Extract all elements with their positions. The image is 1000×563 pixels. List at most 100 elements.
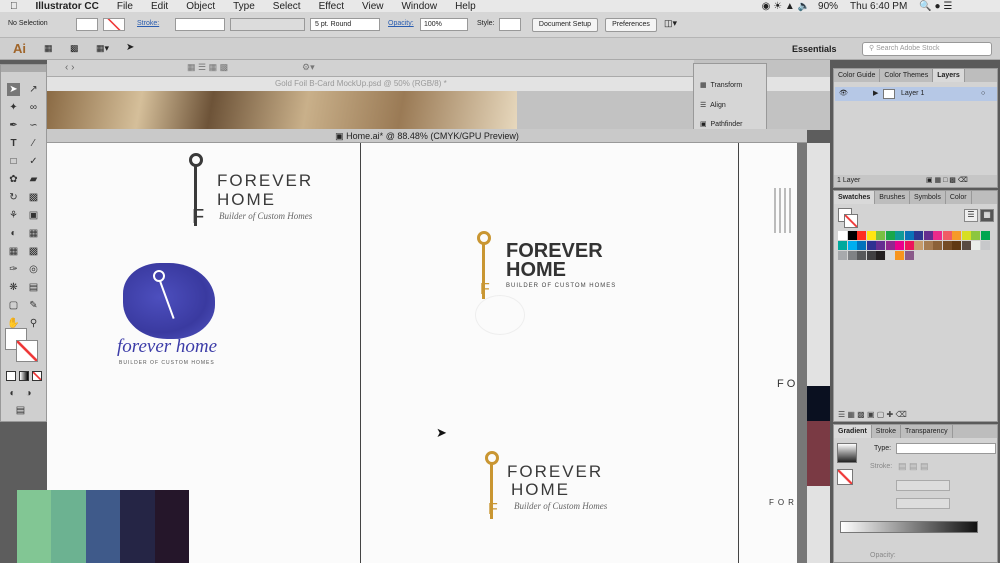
stroke-color-icon[interactable] [16,340,38,362]
logo-forever-home-gold[interactable]: F FOREVER HOME Builder of Custom Homes [481,451,651,526]
logo-forever-home-gold-bold[interactable]: F FOREVER HOME BUILDER OF CUSTOM HOMES [473,231,653,303]
tab-swatches[interactable]: Swatches [834,191,876,204]
stroke-gradient-icons[interactable]: ▤ ▤ ▤ [898,461,929,472]
free-transform-icon[interactable]: ▣ [27,209,40,222]
stroke-weight-field[interactable] [175,18,225,31]
swatch[interactable] [885,251,895,260]
swatch[interactable] [961,241,971,250]
shaper-icon[interactable]: ✿ [7,173,20,186]
eraser-icon[interactable]: ▰ [27,173,40,186]
draw-behind-icon[interactable]: ◑ [22,387,35,400]
type-tool-icon[interactable]: T [7,137,20,150]
none-mode-icon[interactable] [32,371,42,381]
palette-swatch[interactable] [85,490,121,563]
swatch[interactable] [857,231,866,240]
pen-tool-icon[interactable]: ✒ [7,119,20,132]
color-palette[interactable] [17,490,190,563]
apple-icon[interactable]:  [10,1,18,12]
lasso-icon[interactable]: ∞ [27,101,40,114]
zoom-tool-icon[interactable]: ⚲ [27,317,40,330]
settings-gear-icon[interactable]: ⚙▾ [302,62,315,73]
paintbrush-icon[interactable]: ✓ [27,155,40,168]
pathfinder-panel-item[interactable]: ▣ Pathfinder [700,120,742,128]
vertical-scrollbar[interactable] [797,143,807,563]
adobe-stock-search[interactable]: ⚲ Search Adobe Stock [862,42,992,56]
swatch[interactable] [980,231,990,240]
grid-view-icon[interactable]: ▦ [980,209,994,222]
arrange-icon[interactable]: ◫▾ [664,18,677,29]
rotate-icon[interactable]: ↻ [7,191,20,204]
tab-brushes[interactable]: Brushes [875,191,910,204]
tab-color-guide[interactable]: Color Guide [834,69,881,82]
stock-icon[interactable]: ▩ [70,43,79,54]
swatch[interactable] [942,231,952,240]
warp-icon[interactable]: ⚘ [7,209,20,222]
tab-symbols[interactable]: Symbols [910,191,946,204]
gpu-rocket-icon[interactable]: ➤ [126,42,134,53]
swatch[interactable] [914,241,923,250]
graph-tool-icon[interactable]: ▤ [27,281,40,294]
swatch[interactable] [885,241,895,250]
swatch[interactable] [838,251,847,260]
swatch[interactable] [904,251,914,260]
curvature-icon[interactable]: ∽ [27,119,40,132]
variable-width-select[interactable] [230,18,305,31]
opacity-label[interactable]: Opacity: [388,20,414,27]
direct-selection-icon[interactable]: ↗ [27,83,40,96]
eyedropper-icon[interactable]: ✑ [7,263,20,276]
swatch[interactable] [857,241,866,250]
document-tab[interactable]: ▣ Home.ai* @ 88.48% (CMYK/GPU Preview) [47,129,807,143]
status-icons[interactable]: ◉ ☀ ▲ 🔈 [762,1,810,12]
logo-forever-home-watercolor[interactable]: forever home BUILDER OF CUSTOM HOMES [115,258,235,368]
brush-select[interactable]: 5 pt. Round [310,18,380,31]
swatch-stroke-preview[interactable] [844,214,858,228]
tab-color-themes[interactable]: Color Themes [880,69,934,82]
swatch[interactable] [923,241,933,250]
menu-app[interactable]: Illustrator CC [36,1,99,12]
screen-mode-icon[interactable]: ▤ [14,404,27,417]
swatch[interactable] [847,241,857,250]
align-panel-item[interactable]: ☰ Align [700,101,726,109]
menu-view[interactable]: View [362,1,384,12]
swatch[interactable] [885,231,895,240]
color-mode-icon[interactable] [6,371,16,381]
menu-file[interactable]: File [117,1,133,12]
transform-panel-item[interactable]: ▦ Transform [700,81,742,89]
tab-layers[interactable]: Layers [933,69,965,82]
swatch[interactable] [838,241,847,250]
swatch[interactable] [866,251,876,260]
swatch-grid[interactable] [838,231,993,291]
palette-swatch[interactable] [154,490,190,563]
swatch[interactable] [847,251,857,260]
stroke-label[interactable]: Stroke: [137,20,159,27]
gradient-tool-icon[interactable]: ▩ [27,245,40,258]
gradient-mode-icon[interactable] [19,371,29,381]
scale-icon[interactable]: ▩ [27,191,40,204]
target-circle-icon[interactable]: ○ [981,87,985,101]
swatch[interactable] [923,231,933,240]
magic-wand-icon[interactable]: ✦ [7,101,20,114]
swatch[interactable] [971,231,980,240]
swatch[interactable] [895,241,904,250]
menu-help[interactable]: Help [455,1,476,12]
perspective-grid-icon[interactable]: ▦ [27,227,40,240]
swatch[interactable] [904,231,914,240]
swatch[interactable] [895,251,904,260]
menu-effect[interactable]: Effect [319,1,344,12]
line-tool-icon[interactable]: ⁄ [27,137,40,150]
swatch[interactable] [866,241,876,250]
swatch[interactable] [933,231,942,240]
swatch[interactable] [857,251,866,260]
tab-gradient[interactable]: Gradient [834,425,872,438]
gradient-slider-bar[interactable] [840,521,978,533]
layer-footer-icons[interactable]: ▣ ▦ □ ▩ ⌫ [926,175,968,187]
stroke-swatch[interactable] [103,18,125,31]
artboard-tool-icon[interactable]: ▢ [7,299,20,312]
swatch[interactable] [980,241,990,250]
selection-tool-icon[interactable]: ➤ [7,83,20,96]
tools-panel-header[interactable] [1,65,46,72]
menu-object[interactable]: Object [186,1,215,12]
palette-swatch[interactable] [17,490,52,563]
swatch[interactable] [904,241,914,250]
menu-edit[interactable]: Edit [151,1,168,12]
